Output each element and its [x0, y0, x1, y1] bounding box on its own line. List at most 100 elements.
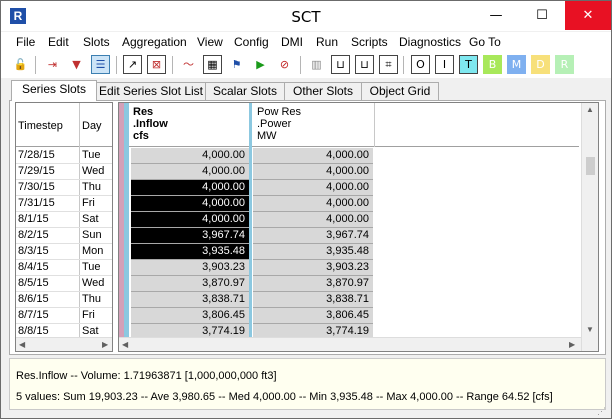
letter-m-button[interactable]: M — [507, 55, 526, 74]
date-row[interactable]: 8/6/15 Thu — [16, 292, 112, 308]
fit-icon[interactable]: ⌗ — [379, 55, 398, 74]
date-row[interactable]: 7/28/15 Tue — [16, 148, 112, 164]
run-start-icon[interactable]: ▶ — [251, 55, 270, 74]
timestep-cell: 8/8/15 — [18, 325, 49, 337]
scroll-down-icon[interactable]: ▼ — [586, 325, 594, 334]
grid-vscroll[interactable]: ▲ ▼ — [581, 103, 598, 351]
date-row[interactable]: 7/30/15 Thu — [16, 180, 112, 196]
open-object-icon[interactable]: ↗ — [123, 55, 142, 74]
menu-slots[interactable]: Slots — [83, 35, 110, 49]
date-row[interactable]: 7/29/15 Wed — [16, 164, 112, 180]
close-object-icon[interactable]: ⊠ — [147, 55, 166, 74]
filter-icon[interactable]: ▼ — [67, 55, 86, 74]
cell-res-inflow[interactable]: 4,000.00 — [131, 212, 249, 228]
cell-pow-res-power[interactable]: 3,838.71 — [253, 292, 373, 308]
cell-res-inflow[interactable]: 3,870.97 — [131, 276, 249, 292]
day-cell: Tue — [82, 261, 101, 273]
tab-scalar-slots[interactable]: Scalar Slots — [205, 82, 285, 100]
date-row[interactable]: 8/5/15 Wed — [16, 276, 112, 292]
status-panel: Res.Inflow -- Volume: 1.71963871 [1,000,… — [9, 358, 606, 410]
tab-strip: Series Slots Edit Series Slot List Scala… — [1, 80, 611, 101]
tab-series-slots[interactable]: Series Slots — [11, 80, 97, 101]
timestep-cell: 8/3/15 — [18, 245, 49, 257]
plot-icon[interactable]: 〜 — [179, 55, 198, 74]
cell-pow-res-power[interactable]: 3,903.23 — [253, 260, 373, 276]
menu-config[interactable]: Config — [234, 35, 269, 49]
cell-res-inflow[interactable]: 3,903.23 — [131, 260, 249, 276]
list-view-icon[interactable]: ☰ — [91, 55, 110, 74]
letter-b-button[interactable]: B — [483, 55, 502, 74]
menu-scripts[interactable]: Scripts — [351, 35, 388, 49]
scroll-thumb[interactable] — [586, 157, 595, 175]
menu-run[interactable]: Run — [316, 35, 338, 49]
grid-scroll-left-icon[interactable]: ◀ — [122, 340, 128, 349]
timestep-cell: 7/30/15 — [18, 181, 55, 193]
edit-link-icon[interactable]: ⇥ — [43, 55, 62, 74]
letter-d-button[interactable]: D — [531, 55, 550, 74]
minimize-button[interactable]: — — [473, 1, 519, 30]
cell-res-inflow[interactable]: 3,967.74 — [131, 228, 249, 244]
letter-i-button[interactable]: I — [435, 55, 454, 74]
cell-pow-res-power[interactable]: 4,000.00 — [253, 148, 373, 164]
col-header-pow-res-power[interactable]: Pow Res .Power MW — [257, 106, 301, 142]
menu-edit[interactable]: Edit — [48, 35, 69, 49]
date-row[interactable]: 8/1/15 Sat — [16, 212, 112, 228]
cell-res-inflow[interactable]: 4,000.00 — [131, 180, 249, 196]
date-row[interactable]: 8/7/15 Fri — [16, 308, 112, 324]
menu-dmi[interactable]: DMI — [281, 35, 303, 49]
cell-res-inflow[interactable]: 4,000.00 — [131, 148, 249, 164]
date-hscroll[interactable]: ◀ ▶ — [16, 337, 112, 351]
cell-pow-res-power[interactable]: 4,000.00 — [253, 180, 373, 196]
letter-o-button[interactable]: O — [411, 55, 430, 74]
date-pane: Timestep Day 7/28/15 Tue 7/29/15 Wed 7/30/15… — [15, 102, 113, 352]
date-row[interactable]: 8/2/15 Sun — [16, 228, 112, 244]
cell-res-inflow[interactable]: 3,838.71 — [131, 292, 249, 308]
date-row[interactable]: 8/4/15 Tue — [16, 260, 112, 276]
cell-res-inflow[interactable]: 4,000.00 — [131, 196, 249, 212]
tab-object-grid[interactable]: Object Grid — [361, 82, 439, 100]
scroll-left-icon[interactable]: ◀ — [19, 340, 25, 349]
letter-t-button[interactable]: T — [459, 55, 478, 74]
align-bottom-icon[interactable]: ⊔ — [331, 55, 350, 74]
cell-pow-res-power[interactable]: 3,967.74 — [253, 228, 373, 244]
menu-view[interactable]: View — [197, 35, 223, 49]
date-row[interactable]: 8/3/15 Mon — [16, 244, 112, 260]
script-icon[interactable]: ▦ — [203, 55, 222, 74]
close-button[interactable]: ✕ — [565, 1, 611, 30]
scroll-up-icon[interactable]: ▲ — [586, 105, 594, 114]
maximize-button[interactable]: ☐ — [519, 1, 565, 30]
cell-res-inflow[interactable]: 3,935.48 — [131, 244, 249, 260]
letter-r-button[interactable]: R — [555, 55, 574, 74]
cell-pow-res-power[interactable]: 3,935.48 — [253, 244, 373, 260]
menu-diagnostics[interactable]: Diagnostics — [399, 35, 461, 49]
stop-icon[interactable]: ⊘ — [275, 55, 294, 74]
grid-hscroll[interactable]: ◀ ▶ — [119, 337, 581, 351]
menu-aggregation[interactable]: Aggregation — [122, 35, 187, 49]
run-person-icon[interactable]: ⚑ — [227, 55, 246, 74]
cell-pow-res-power[interactable]: 3,806.45 — [253, 308, 373, 324]
lock-icon[interactable]: 🔓 — [11, 55, 30, 74]
menu-file[interactable]: File — [16, 35, 35, 49]
cell-pow-res-power[interactable]: 3,870.97 — [253, 276, 373, 292]
cell-pow-res-power[interactable]: 4,000.00 — [253, 164, 373, 180]
day-cell: Sat — [82, 325, 99, 337]
resize-grip-icon[interactable]: ⋰ — [597, 406, 606, 417]
grid-scroll-right-icon[interactable]: ▶ — [569, 340, 575, 349]
day-cell: Wed — [82, 277, 105, 289]
timestep-cell: 7/28/15 — [18, 149, 55, 161]
date-row[interactable]: 7/31/15 Fri — [16, 196, 112, 212]
day-cell: Thu — [82, 293, 101, 305]
cell-pow-res-power[interactable]: 4,000.00 — [253, 212, 373, 228]
menu-goto[interactable]: Go To — [469, 35, 501, 49]
cell-pow-res-power[interactable]: 4,000.00 — [253, 196, 373, 212]
column-view-icon[interactable]: ▥ — [307, 55, 326, 74]
tab-edit-series-slot-list[interactable]: Edit Series Slot List — [96, 82, 206, 100]
cell-res-inflow[interactable]: 4,000.00 — [131, 164, 249, 180]
tab-other-slots[interactable]: Other Slots — [284, 82, 362, 100]
cell-res-inflow[interactable]: 3,806.45 — [131, 308, 249, 324]
sct-dialog: R SCT — ☐ ✕ File Edit Slots Aggregation … — [0, 0, 612, 419]
col-header-res-inflow[interactable]: Res .Inflow cfs — [133, 106, 168, 142]
status-stats: 5 values: Sum 19,903.23 -- Ave 3,980.65 … — [16, 391, 553, 403]
scroll-right-icon[interactable]: ▶ — [102, 340, 108, 349]
align-top-icon[interactable]: ⊔ — [355, 55, 374, 74]
